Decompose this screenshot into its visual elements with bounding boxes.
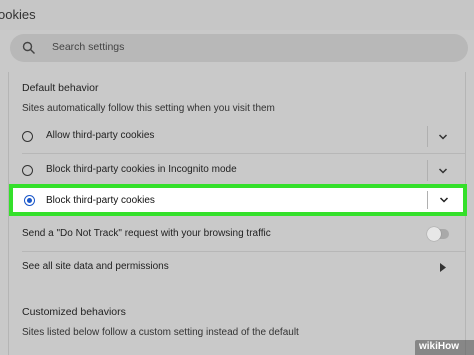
chevron-down-icon[interactable] <box>437 165 449 177</box>
do-not-track-label: Send a "Do Not Track" request with your … <box>22 228 271 239</box>
site-data-link-row[interactable]: See all site data and permissions <box>9 251 465 284</box>
divider <box>427 126 428 147</box>
search-icon <box>22 41 35 54</box>
radio-button[interactable] <box>22 165 33 176</box>
default-behavior-description: Sites automatically follow this setting … <box>22 103 275 114</box>
do-not-track-toggle[interactable] <box>427 227 449 241</box>
divider <box>427 160 428 181</box>
option-block-third-party-cookies[interactable]: Block third-party cookies <box>9 184 467 216</box>
page-title: ookies <box>0 7 36 22</box>
option-label: Block third-party cookies in Incognito m… <box>46 164 237 175</box>
customized-behaviors-heading: Customized behaviors <box>22 306 126 318</box>
option-block-incognito[interactable]: Block third-party cookies in Incognito m… <box>9 154 465 187</box>
default-behavior-heading: Default behavior <box>22 82 99 94</box>
chevron-down-icon[interactable] <box>438 194 450 206</box>
customized-behaviors-description: Sites listed below follow a custom setti… <box>22 327 299 338</box>
divider <box>427 191 428 209</box>
chevron-right-icon[interactable] <box>439 263 447 272</box>
search-input[interactable]: Search settings <box>52 41 124 53</box>
radio-button-selected[interactable] <box>24 195 35 206</box>
radio-button[interactable] <box>22 131 33 142</box>
window-titlebar: ookies <box>0 0 474 30</box>
chevron-down-icon[interactable] <box>437 131 449 143</box>
wikihow-watermark: wikiHow <box>415 340 474 355</box>
cookies-settings-panel: Default behavior Sites automatically fol… <box>8 72 467 355</box>
do-not-track-row[interactable]: Send a "Do Not Track" request with your … <box>9 218 465 251</box>
option-allow-third-party-cookies[interactable]: Allow third-party cookies <box>9 120 465 153</box>
search-bar[interactable]: Search settings <box>10 34 468 62</box>
option-label: Block third-party cookies <box>46 195 155 206</box>
site-data-label: See all site data and permissions <box>22 261 169 272</box>
option-label: Allow third-party cookies <box>46 130 155 141</box>
